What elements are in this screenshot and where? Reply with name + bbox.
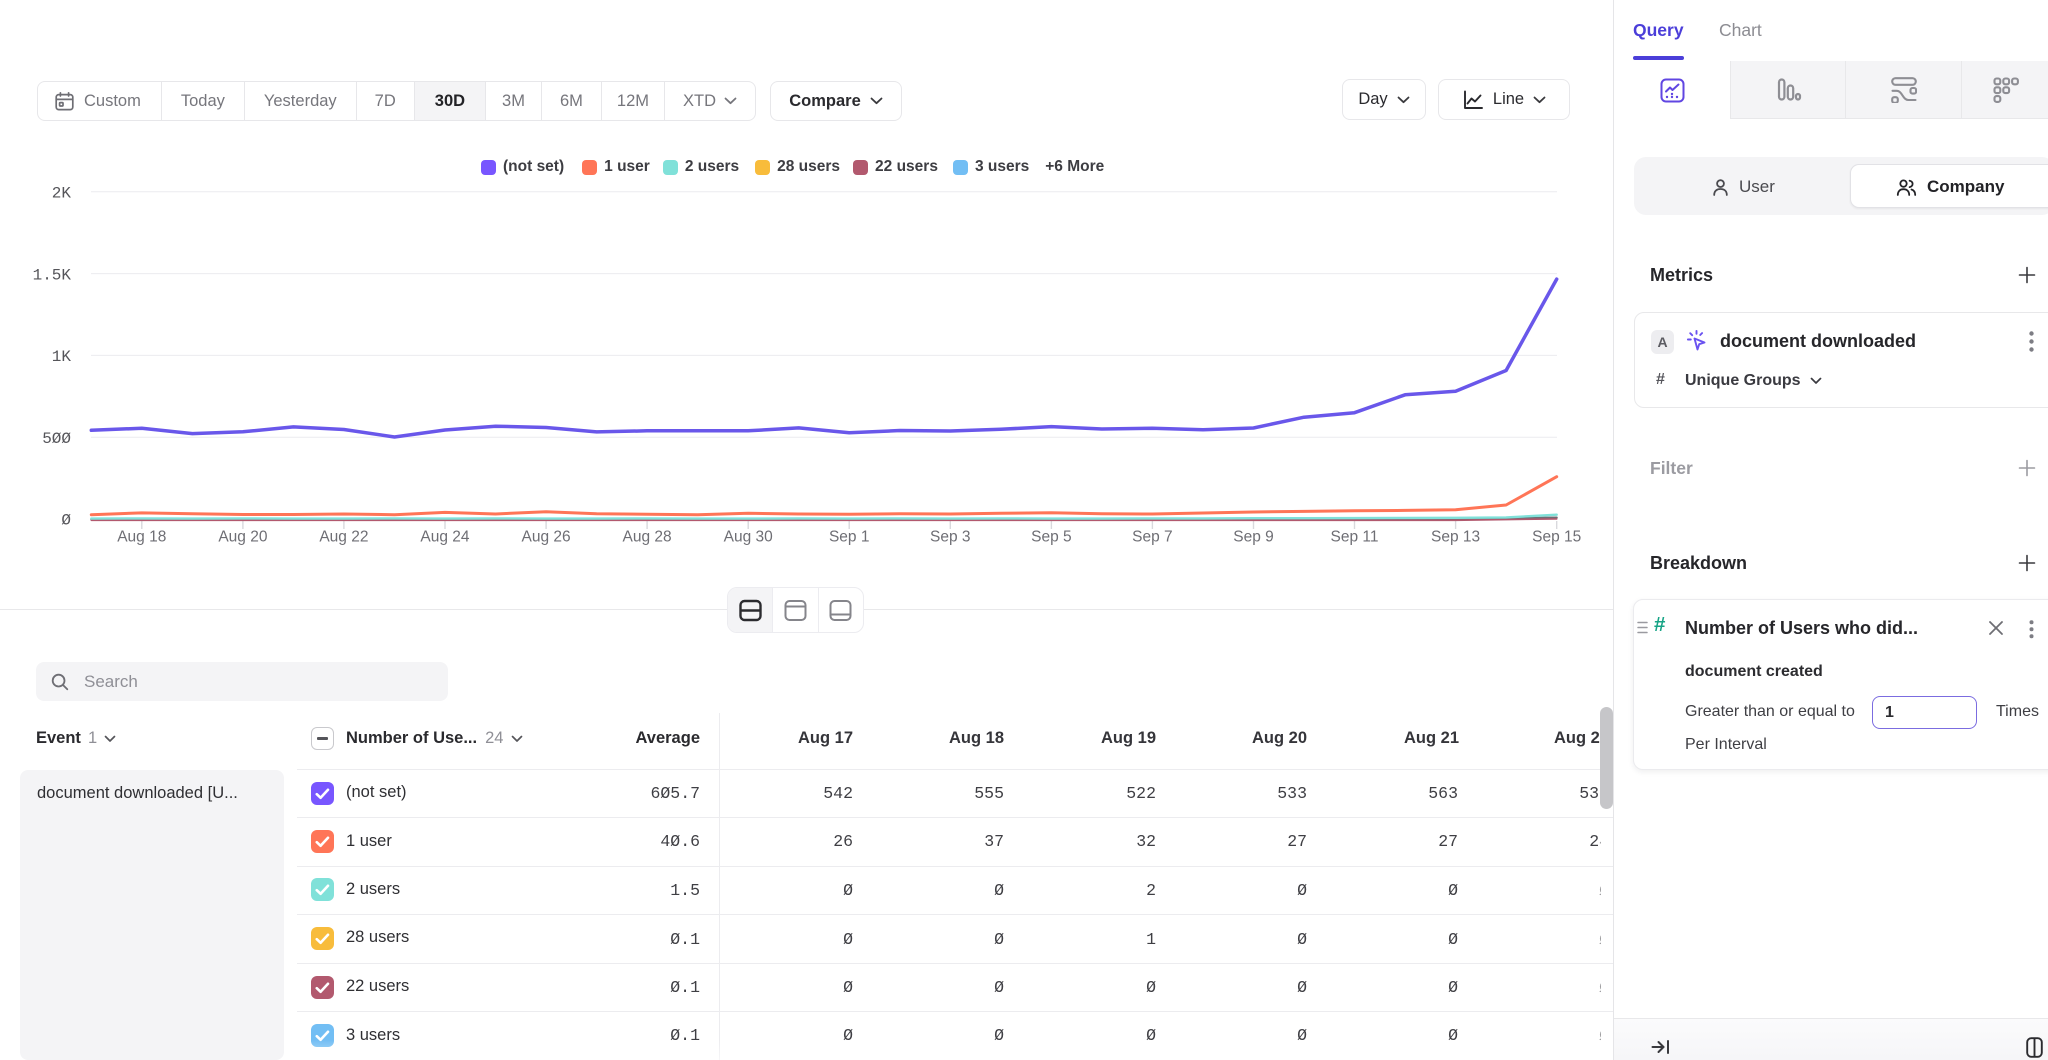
svg-text:Sep 3: Sep 3 (930, 529, 971, 546)
svg-text:Sep 13: Sep 13 (1431, 529, 1480, 546)
svg-text:Aug 18: Aug 18 (117, 529, 166, 546)
svg-text:2K: 2K (52, 185, 72, 203)
svg-text:1K: 1K (52, 348, 72, 366)
svg-text:Sep 11: Sep 11 (1331, 529, 1379, 546)
svg-text:Sep 7: Sep 7 (1132, 529, 1173, 546)
svg-text:Sep 9: Sep 9 (1233, 529, 1274, 546)
svg-text:Aug 22: Aug 22 (319, 529, 368, 546)
svg-text:Aug 20: Aug 20 (218, 529, 268, 546)
svg-text:Ø: Ø (61, 512, 71, 530)
svg-text:Aug 26: Aug 26 (522, 529, 571, 546)
svg-text:Aug 24: Aug 24 (420, 529, 470, 546)
svg-text:Sep 5: Sep 5 (1031, 529, 1072, 546)
svg-text:Aug 30: Aug 30 (724, 529, 774, 546)
svg-text:Sep 1: Sep 1 (829, 529, 870, 546)
svg-text:1.5K: 1.5K (33, 266, 72, 284)
svg-text:Sep 15: Sep 15 (1532, 529, 1581, 546)
svg-text:5ØØ: 5ØØ (42, 430, 71, 448)
svg-text:Aug 28: Aug 28 (623, 529, 672, 546)
